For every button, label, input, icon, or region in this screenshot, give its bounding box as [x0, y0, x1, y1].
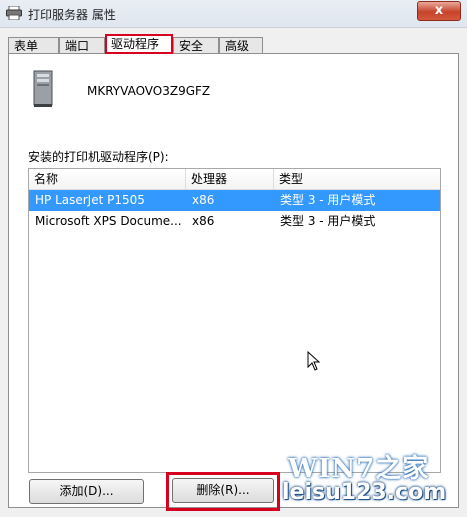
add-button[interactable]: 添加(D)... [29, 479, 144, 504]
drivers-list[interactable]: 名称 处理器 类型 HP LaserJet P1505 x86 类型 3 - 用… [28, 168, 441, 473]
driver-name: HP LaserJet P1505 [35, 193, 145, 207]
close-button[interactable]: x [417, 1, 461, 21]
tab-bar: 表单 端口 驱动程序 安全 高级 [8, 34, 459, 54]
server-name: MKRYVAOVO3Z9GFZ [87, 84, 211, 98]
window-title: 打印服务器 属性 [28, 8, 116, 22]
mouse-cursor-icon [307, 351, 321, 371]
tab-forms[interactable]: 表单 [8, 37, 59, 53]
remove-button[interactable]: 删除(R)... [172, 478, 274, 503]
drivers-label: 安装的打印机驱动程序(P): [28, 150, 169, 164]
driver-name: Microsoft XPS Docume... [35, 214, 182, 228]
table-row[interactable]: HP LaserJet P1505 x86 类型 3 - 用户模式 [29, 190, 440, 211]
printer-icon [6, 6, 22, 20]
server-icon [33, 70, 53, 107]
column-header-type[interactable]: 类型 [274, 169, 440, 189]
tab-security[interactable]: 安全 [173, 37, 219, 53]
title-bar: 打印服务器 属性 x [0, 0, 467, 28]
column-header-processor[interactable]: 处理器 [186, 169, 274, 189]
driver-type: 类型 3 - 用户模式 [280, 214, 376, 228]
list-header: 名称 处理器 类型 [29, 169, 440, 190]
tab-advanced[interactable]: 高级 [219, 37, 263, 53]
table-row[interactable]: Microsoft XPS Docume... x86 类型 3 - 用户模式 [29, 211, 440, 232]
tab-drivers[interactable]: 驱动程序 [105, 34, 173, 54]
tab-panel: MKRYVAOVO3Z9GFZ 安装的打印机驱动程序(P): 名称 处理器 类型… [8, 53, 459, 508]
driver-processor: x86 [192, 193, 215, 207]
tab-ports[interactable]: 端口 [59, 37, 105, 53]
driver-processor: x86 [192, 214, 215, 228]
column-header-name[interactable]: 名称 [29, 169, 186, 189]
driver-type: 类型 3 - 用户模式 [280, 193, 376, 207]
